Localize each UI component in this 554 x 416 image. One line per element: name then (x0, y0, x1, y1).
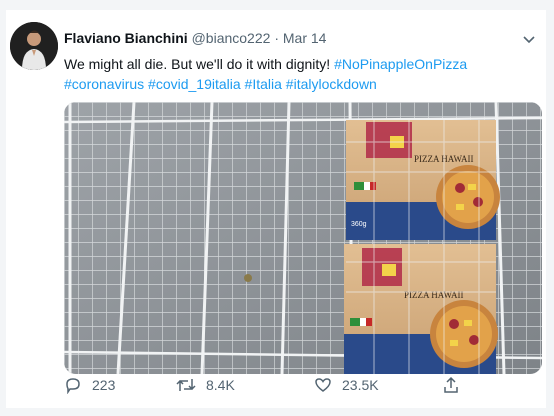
tweet-card[interactable]: Flaviano Bianchini @bianco222 · Mar 14 W… (6, 10, 546, 408)
like-count: 23.5K (342, 377, 379, 393)
avatar[interactable] (10, 22, 58, 70)
separator-dot: · (274, 30, 279, 46)
pizza-box-bottom: PIZZA HAWAII (344, 244, 498, 374)
chevron-down-icon[interactable] (520, 30, 538, 48)
freezer-photo: PIZZA HAWAII 360g PIZZA HAWAII (64, 102, 542, 374)
pizza-box-top: PIZZA HAWAII 360g (346, 120, 500, 240)
reply-button[interactable]: 223 (64, 372, 115, 398)
author-name[interactable]: Flaviano Bianchini (64, 30, 188, 46)
share-icon (444, 376, 458, 393)
share-button[interactable] (442, 372, 470, 398)
hashtag-links[interactable]: #coronavirus #covid_19italia #Italia #it… (64, 76, 377, 92)
tweet-header: Flaviano Bianchini @bianco222 · Mar 14 (64, 30, 506, 46)
hashtag-link[interactable]: #NoPinappleOnPizza (334, 56, 467, 72)
comment-icon (66, 378, 80, 394)
box-top-weight: 360g (351, 221, 367, 228)
author-handle[interactable]: @bianco222 (192, 30, 271, 46)
reply-count: 223 (92, 377, 116, 393)
retweet-button[interactable]: 8.4K (176, 372, 235, 398)
heart-icon (315, 378, 331, 392)
tweet-actions: 223 8.4K 23.5K (64, 372, 484, 398)
tweet-date[interactable]: Mar 14 (283, 30, 327, 46)
tweet-media-photo[interactable]: PIZZA HAWAII 360g PIZZA HAWAII (64, 102, 542, 374)
like-button[interactable]: 23.5K (314, 372, 379, 398)
tweet-text: We might all die. But we'll do it with d… (64, 54, 534, 94)
retweet-icon (176, 379, 196, 391)
retweet-count: 8.4K (206, 377, 235, 393)
tweet-body: We might all die. But we'll do it with d… (64, 56, 335, 72)
